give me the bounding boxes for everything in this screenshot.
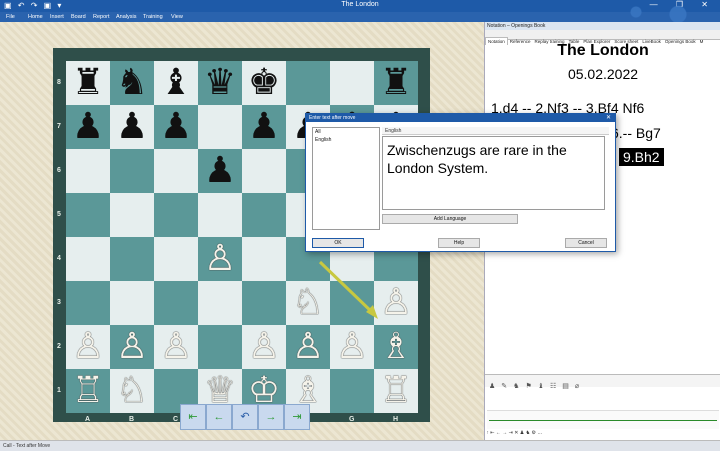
notation-toolbar: ♟ ✎ ♞ ⚑ ♝ ☷ ▤ ⌀: [485, 374, 720, 390]
current-move[interactable]: 9.Bh2: [619, 148, 664, 166]
toolbar-icon[interactable]: ▤: [562, 382, 569, 390]
toolbar-icon[interactable]: ♝: [538, 382, 544, 390]
add-language-button[interactable]: Add Language: [382, 214, 518, 224]
go-to-end-button[interactable]: ⇥: [284, 404, 310, 430]
tab-board[interactable]: Board: [71, 14, 86, 20]
close-icon[interactable]: ✕: [606, 114, 611, 122]
language-header: English: [382, 127, 609, 135]
tab-analysis[interactable]: Analysis: [116, 14, 136, 20]
status-text: Call - Text after Move: [3, 443, 51, 449]
toolbar-icon[interactable]: ⚑: [525, 382, 531, 390]
tab-view[interactable]: View: [171, 14, 183, 20]
previous-move-button[interactable]: ←: [206, 404, 232, 430]
ok-button[interactable]: OK: [312, 238, 364, 248]
move-line-2[interactable]: 6.-- Bg7: [611, 125, 661, 141]
toolbar-icon[interactable]: ♟: [489, 382, 495, 390]
tab-home[interactable]: Home: [28, 14, 43, 20]
evaluation-timeline[interactable]: [487, 410, 719, 429]
notation-tabs: Notation Reference Replay training Table Pla…: [485, 30, 720, 45]
tab-report[interactable]: Report: [93, 14, 110, 20]
text-after-move-dialog: Enter text after move ✕ All English Engl…: [305, 113, 616, 252]
help-button[interactable]: Help: [438, 238, 480, 248]
toolbar-icon[interactable]: ♞: [513, 382, 519, 390]
tab-insert[interactable]: Insert: [50, 14, 64, 20]
language-item-english[interactable]: English: [313, 136, 379, 144]
toolbar-icon[interactable]: ☷: [550, 382, 556, 390]
go-to-start-button[interactable]: ⇤: [180, 404, 206, 430]
language-list[interactable]: All English: [312, 127, 380, 230]
annotation-text-area[interactable]: Zwischenzugs are rare in the London Syst…: [382, 136, 605, 210]
cancel-button[interactable]: Cancel: [565, 238, 607, 248]
ribbon-decoration: [580, 0, 720, 24]
tab-training[interactable]: Training: [143, 14, 163, 20]
file-menu[interactable]: File: [6, 14, 15, 20]
toolbar-icon[interactable]: ⌀: [575, 382, 579, 390]
notation-bottom-bar: ↑ ⇤ ← → ⇥ ✕ ♟ ♞ ⚙ …: [485, 430, 543, 436]
undo-move-button[interactable]: ↶: [232, 404, 258, 430]
dialog-title: Enter text after move: [306, 114, 615, 122]
toolbar-icon[interactable]: ✎: [501, 382, 507, 390]
game-date: 05.02.2022: [567, 66, 639, 82]
status-bar: Call - Text after Move: [0, 440, 720, 451]
notation-pane-header: Notation – Openings Book: [485, 22, 720, 30]
game-title: The London: [557, 42, 649, 59]
ribbon-menu: File Home Insert Board Report Analysis T…: [0, 0, 720, 24]
language-item-all[interactable]: All: [313, 128, 379, 136]
next-move-button[interactable]: →: [258, 404, 284, 430]
